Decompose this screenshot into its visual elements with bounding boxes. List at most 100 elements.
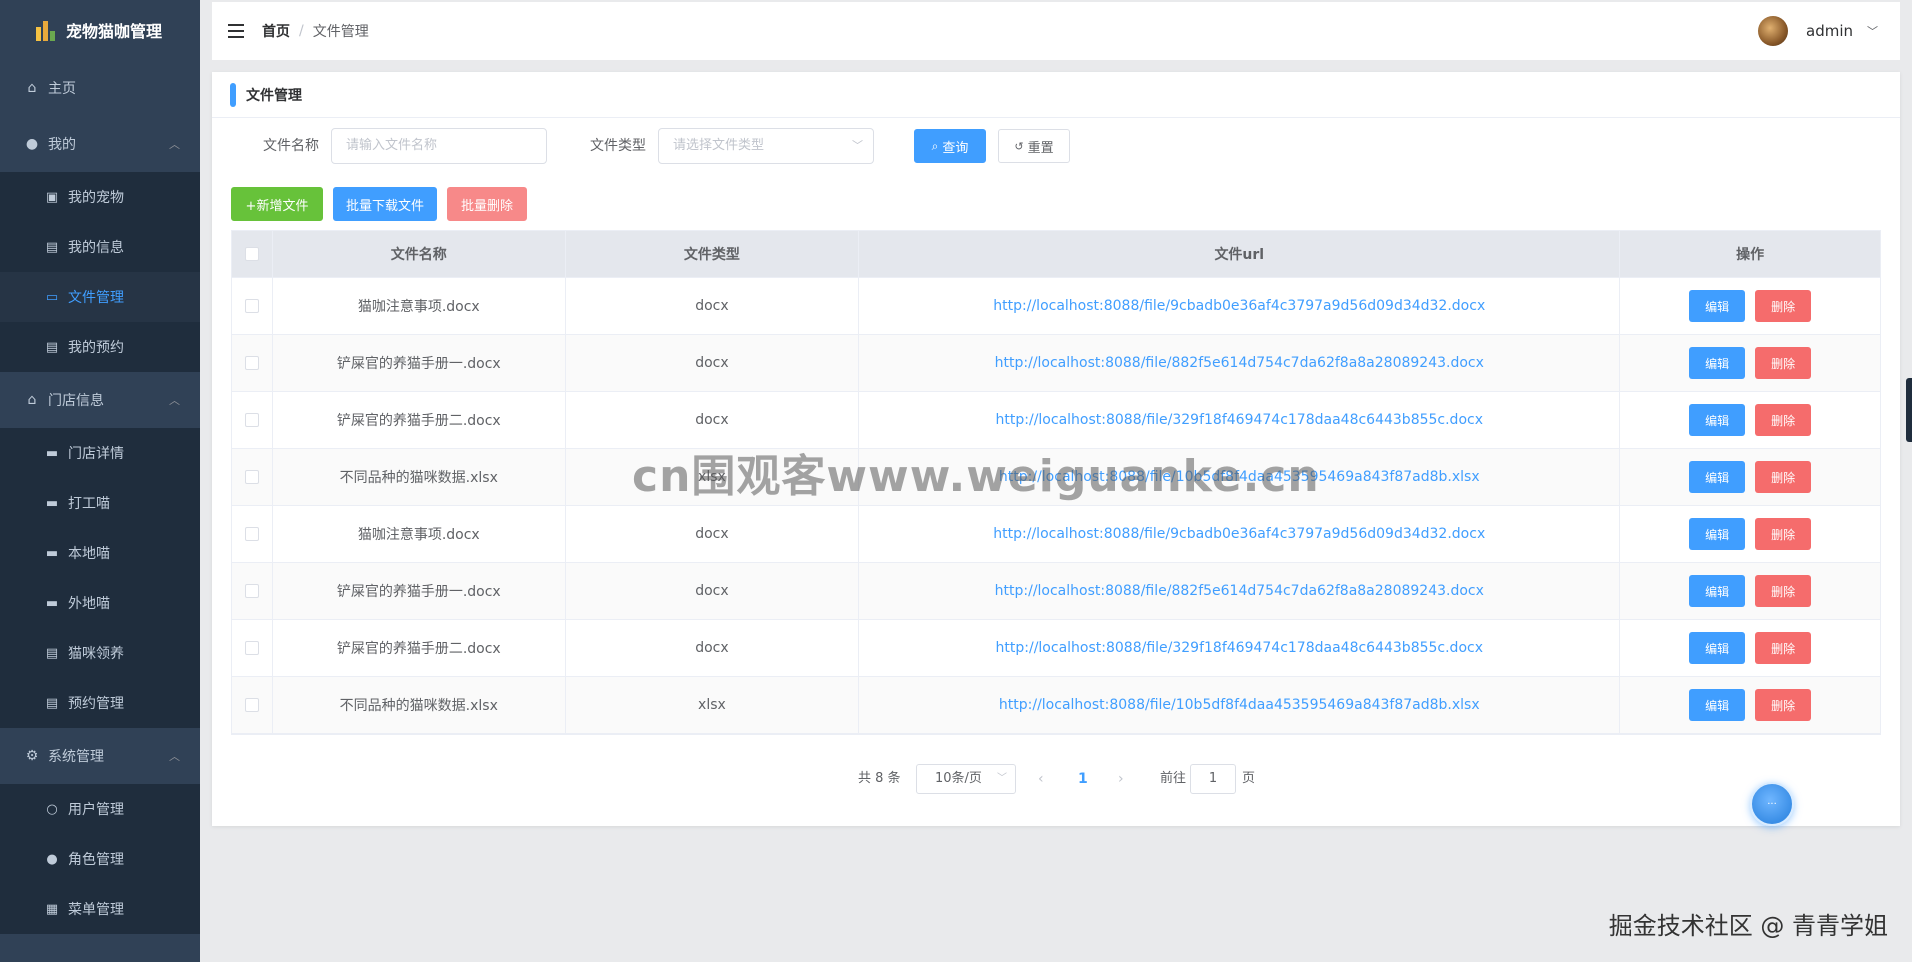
batch-delete-button[interactable]: 批量删除 — [447, 187, 527, 221]
avatar[interactable] — [1758, 16, 1788, 46]
sidebar-group-mine[interactable]: ● 我的 ︿ — [0, 116, 200, 172]
file-url-link[interactable]: http://localhost:8088/file/9cbadb0e36af4… — [859, 278, 1621, 334]
table-row: 不同品种的猫咪数据.xlsx xlsx http://localhost:8088/… — [232, 449, 1880, 506]
sidebar-item-label: 角色管理 — [68, 852, 124, 868]
file-type-placeholder: 请选择文件类型 — [673, 138, 765, 153]
delete-button[interactable]: 删除 — [1755, 347, 1812, 379]
batch-download-button[interactable]: 批量下载文件 — [333, 187, 437, 221]
select-all-cell — [232, 231, 273, 277]
sidebar-item-local-cats[interactable]: ▬ 本地喵 — [0, 528, 200, 578]
file-url-link[interactable]: http://localhost:8088/file/9cbadb0e36af4… — [859, 506, 1621, 562]
file-type-cell: docx — [566, 392, 860, 448]
sidebar-item-my-reservations[interactable]: ▤ 我的预约 — [0, 322, 200, 372]
sidebar-item-home[interactable]: ⌂ 主页 — [0, 60, 200, 116]
delete-button[interactable]: 删除 — [1755, 689, 1812, 721]
page-size-select[interactable]: 10条/页 ﹀ — [916, 764, 1016, 794]
row-checkbox[interactable] — [244, 356, 259, 370]
row-checkbox[interactable] — [244, 641, 259, 655]
delete-button[interactable]: 删除 — [1755, 290, 1812, 322]
file-url-link[interactable]: http://localhost:8088/file/882f5e614d754… — [859, 563, 1621, 619]
page-title: 文件管理 — [246, 87, 302, 104]
reset-button[interactable]: ↺ 重置 — [998, 129, 1070, 163]
file-name-cell: 猫咖注意事项.docx — [273, 278, 566, 334]
row-select-cell — [232, 335, 273, 391]
hamburger-icon[interactable] — [228, 24, 244, 38]
add-file-button[interactable]: +新增文件 — [231, 187, 323, 221]
file-url-link[interactable]: http://localhost:8088/file/329f18f469474… — [859, 620, 1621, 676]
breadcrumb-home[interactable]: 首页 — [262, 21, 290, 41]
file-url-link[interactable]: http://localhost:8088/file/10b5df8f4daa4… — [859, 677, 1621, 733]
username[interactable]: admin — [1806, 22, 1853, 40]
table-row: 铲屎官的养猫手册二.docx docx http://localhost:8088/… — [232, 620, 1880, 677]
file-type-label: 文件类型 — [590, 138, 646, 154]
edit-button[interactable]: 编辑 — [1689, 461, 1746, 493]
edit-button[interactable]: 编辑 — [1689, 518, 1746, 550]
row-select-cell — [232, 563, 273, 619]
search-form: 文件名称 请输入文件名称 文件类型 请选择文件类型 ﹀ ⌕ 查询 ↺ 重置 — [212, 128, 1900, 164]
breadcrumb: 首页 / 文件管理 — [262, 21, 369, 41]
page-size-value: 10条/页 — [935, 771, 982, 786]
sidebar-item-my-pets[interactable]: ▣ 我的宠物 — [0, 172, 200, 222]
user-icon: ● — [25, 136, 39, 152]
sidebar-item-label: 我的信息 — [68, 240, 124, 256]
user-menu[interactable]: admin ﹀ — [1758, 16, 1878, 46]
delete-button[interactable]: 删除 — [1755, 518, 1812, 550]
pagination: 共 8 条 10条/页 ﹀ ‹ 1 › 前往 1 页 — [212, 764, 1900, 794]
sidebar-item-store-details[interactable]: ▬ 门店详情 — [0, 428, 200, 478]
actions-cell: 编辑 删除 — [1620, 677, 1880, 733]
row-checkbox[interactable] — [244, 299, 259, 313]
file-type-cell: docx — [566, 335, 860, 391]
row-checkbox[interactable] — [244, 527, 259, 541]
file-name-input[interactable]: 请输入文件名称 — [331, 128, 547, 164]
prev-page-icon[interactable]: ‹ — [1038, 764, 1044, 794]
file-url-link[interactable]: http://localhost:8088/file/10b5df8f4daa4… — [859, 449, 1621, 505]
sidebar-group-system[interactable]: ⚙ 系统管理 ︿ — [0, 728, 200, 784]
edit-button[interactable]: 编辑 — [1689, 632, 1746, 664]
select-all-checkbox[interactable] — [244, 247, 259, 261]
sidebar-group-store[interactable]: ⌂ 门店信息 ︿ — [0, 372, 200, 428]
floating-action-button[interactable]: ··· — [1750, 782, 1794, 826]
breadcrumb-current: 文件管理 — [312, 24, 369, 40]
chevron-down-icon: ﹀ — [997, 773, 1007, 784]
delete-button[interactable]: 删除 — [1755, 632, 1812, 664]
delete-button[interactable]: 删除 — [1755, 575, 1812, 607]
edit-button[interactable]: 编辑 — [1689, 347, 1746, 379]
row-checkbox[interactable] — [244, 470, 259, 484]
sidebar-item-menu-management[interactable]: ▦ 菜单管理 — [0, 884, 200, 934]
row-select-cell — [232, 392, 273, 448]
file-url-link[interactable]: http://localhost:8088/file/882f5e614d754… — [859, 335, 1621, 391]
file-url-link[interactable]: http://localhost:8088/file/329f18f469474… — [859, 392, 1621, 448]
edit-button[interactable]: 编辑 — [1689, 689, 1746, 721]
row-checkbox[interactable] — [244, 698, 259, 712]
query-button[interactable]: ⌕ 查询 — [914, 129, 986, 163]
sidebar-item-role-management[interactable]: ● 角色管理 — [0, 834, 200, 884]
next-page-icon[interactable]: › — [1118, 764, 1124, 794]
sidebar-item-user-management[interactable]: ○ 用户管理 — [0, 784, 200, 834]
row-select-cell — [232, 620, 273, 676]
delete-button[interactable]: 删除 — [1755, 461, 1812, 493]
sidebar-item-working-cats[interactable]: ▬ 打工喵 — [0, 478, 200, 528]
main-card: 文件管理 文件名称 请输入文件名称 文件类型 请选择文件类型 ﹀ ⌕ 查询 ↺ 重置 … — [212, 72, 1900, 826]
row-checkbox[interactable] — [244, 584, 259, 598]
goto-page-input[interactable]: 1 — [1190, 764, 1236, 794]
sidebar-item-label: 我的预约 — [68, 340, 124, 356]
file-type-select[interactable]: 请选择文件类型 ﹀ — [658, 128, 874, 164]
sidebar-item-file-management[interactable]: ▭ 文件管理 — [0, 272, 200, 322]
delete-button[interactable]: 删除 — [1755, 404, 1812, 436]
edit-button[interactable]: 编辑 — [1689, 575, 1746, 607]
sidebar-item-reservation-management[interactable]: ▤ 预约管理 — [0, 678, 200, 728]
file-name-cell: 不同品种的猫咪数据.xlsx — [273, 677, 566, 733]
sidebar-item-my-info[interactable]: ▤ 我的信息 — [0, 222, 200, 272]
chevron-down-icon[interactable]: ﹀ — [1867, 23, 1878, 39]
sidebar-item-nonlocal-cats[interactable]: ▬ 外地喵 — [0, 578, 200, 628]
sidebar-item-cat-adoption[interactable]: ▤ 猫咪领养 — [0, 628, 200, 678]
edit-button[interactable]: 编辑 — [1689, 290, 1746, 322]
file-name-cell: 铲屎官的养猫手册一.docx — [273, 563, 566, 619]
footer-watermark: 掘金技术社区 @ 青青学姐 — [1608, 912, 1888, 940]
sidebar-group-label: 我的 — [48, 137, 76, 153]
sidebar: 宠物猫咖管理 ⌂ 主页 ● 我的 ︿ ▣ 我的宠物 ▤ 我的信息 ▭ 文件管理 ▤ 我的… — [0, 0, 200, 962]
edit-button[interactable]: 编辑 — [1689, 404, 1746, 436]
scrollbar-handle[interactable] — [1906, 378, 1912, 442]
row-checkbox[interactable] — [244, 413, 259, 427]
page-number[interactable]: 1 — [1078, 764, 1088, 794]
